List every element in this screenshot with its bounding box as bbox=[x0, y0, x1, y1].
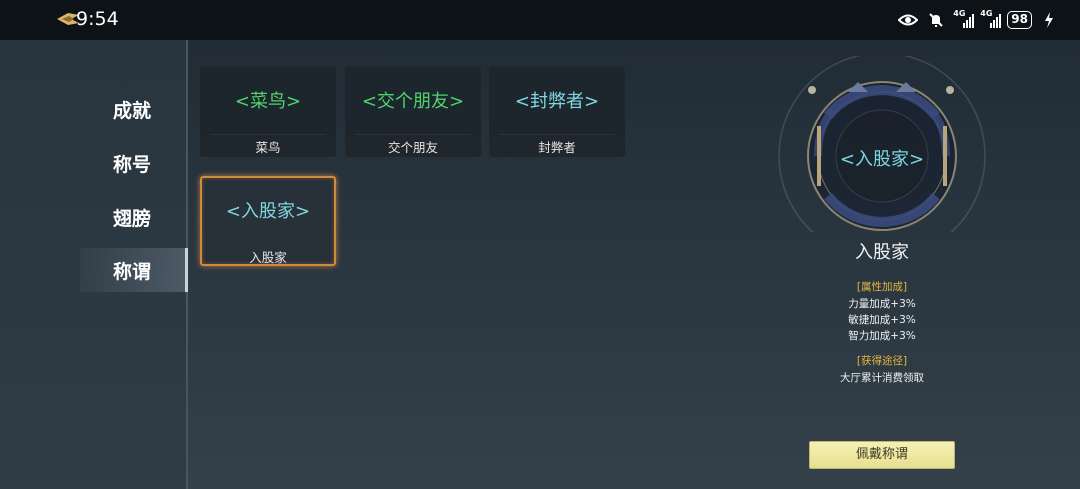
attribute-line: 力量加成+3% bbox=[848, 298, 916, 310]
card-divider bbox=[210, 134, 326, 135]
signal-icon-1: 4G bbox=[953, 9, 975, 28]
card-divider bbox=[355, 134, 471, 135]
title-name: 入股家 bbox=[249, 250, 287, 265]
charging-icon bbox=[1038, 10, 1060, 30]
attribute-line: 智力加成+3% bbox=[848, 330, 916, 342]
card-divider bbox=[499, 134, 615, 135]
title-name: 交个朋友 bbox=[387, 140, 438, 155]
sidebar-item-titles[interactable]: 称号 bbox=[80, 141, 186, 185]
network-type-label: 4G bbox=[980, 9, 993, 18]
source-section: [获得途径] 大厅累计消费领取 bbox=[782, 353, 982, 385]
sidebar-item-label: 成就 bbox=[113, 99, 152, 122]
title-card[interactable]: <封弊者> 封弊者 bbox=[489, 67, 625, 157]
battery-indicator: 98 bbox=[1007, 11, 1032, 29]
sidebar-item-label: 翅膀 bbox=[113, 207, 152, 230]
status-icons: 4G 4G 98 bbox=[897, 9, 1060, 31]
title-card[interactable]: <交个朋友> 交个朋友 bbox=[345, 67, 481, 157]
sidebar-item-label: 称号 bbox=[113, 153, 152, 176]
emblem-title-tag: <入股家> bbox=[839, 149, 925, 170]
selected-title-name: 入股家 bbox=[855, 242, 909, 263]
sidebar-item-wings[interactable]: 翅膀 bbox=[80, 195, 186, 239]
mute-bell-icon bbox=[925, 10, 947, 30]
sidebar-item-appellations[interactable]: 称谓 bbox=[80, 248, 188, 292]
title-tag: <菜鸟> bbox=[234, 91, 302, 112]
title-tag: <交个朋友> bbox=[361, 91, 465, 112]
sidebar-item-label: 称谓 bbox=[113, 260, 152, 283]
title-emblem-icon bbox=[778, 56, 986, 232]
source-text: 大厅累计消费领取 bbox=[840, 372, 924, 384]
title-tag: <入股家> bbox=[225, 201, 311, 222]
title-tag: <封弊者> bbox=[514, 91, 600, 112]
attribute-section: [属性加成] 力量加成+3% 敏捷加成+3% 智力加成+3% bbox=[782, 279, 982, 343]
status-bar: 9:54 4G 4G 98 bbox=[0, 0, 1080, 40]
network-type-label: 4G bbox=[953, 9, 966, 18]
source-header: [获得途径] bbox=[856, 355, 908, 367]
attribute-line: 敏捷加成+3% bbox=[848, 314, 916, 326]
title-card-selected[interactable]: <入股家> 入股家 bbox=[200, 176, 336, 266]
title-name: 菜鸟 bbox=[255, 140, 281, 155]
title-name: 封弊者 bbox=[538, 140, 576, 155]
sidebar-item-achievements[interactable]: 成就 bbox=[80, 87, 186, 131]
sidebar: 成就 称号 翅膀 称谓 bbox=[0, 40, 188, 489]
attribute-header: [属性加成] bbox=[856, 281, 908, 293]
eye-icon bbox=[897, 10, 919, 30]
clock: 9:54 bbox=[76, 8, 119, 30]
signal-icon-2: 4G bbox=[980, 9, 1002, 28]
title-card[interactable]: <菜鸟> 菜鸟 bbox=[200, 67, 336, 157]
wear-title-button[interactable]: 佩戴称谓 bbox=[809, 441, 955, 469]
